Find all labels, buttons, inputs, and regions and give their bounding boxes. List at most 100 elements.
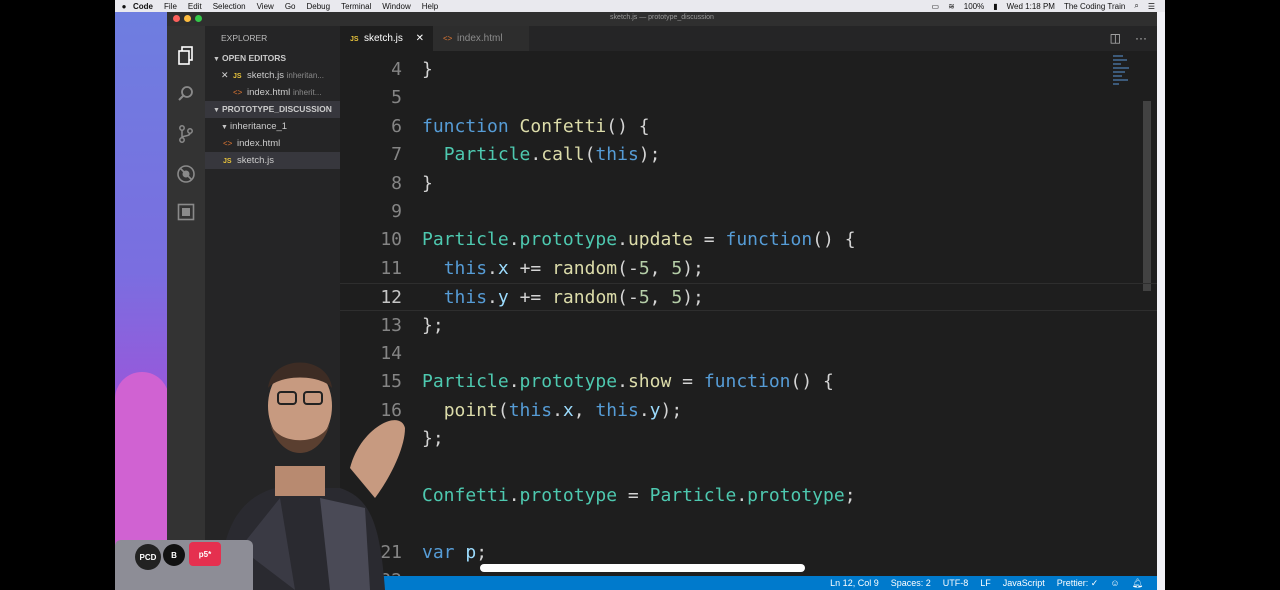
code-token: point <box>443 399 498 421</box>
feedback-smiley-icon[interactable]: ☺ <box>1110 576 1119 590</box>
menu-selection[interactable]: Selection <box>213 2 246 11</box>
battery-icon[interactable]: ▮ <box>993 2 997 11</box>
code-line[interactable] <box>340 510 1157 538</box>
code-line[interactable]: 7 Particle.call(this); <box>340 141 1157 169</box>
code-token: . <box>638 399 650 421</box>
code-line[interactable]: 13}; <box>340 312 1157 340</box>
display-icon[interactable]: ▭ <box>932 2 940 11</box>
tab-index-html[interactable]: <> index.html <box>433 26 529 51</box>
code-line[interactable]: 11 this.x += random(-5, 5); <box>340 255 1157 283</box>
code-line[interactable]: Confetti.prototype = Particle.prototype; <box>340 482 1157 510</box>
collapse-triangle-icon: ▼ <box>213 107 220 114</box>
code-token: ); <box>682 287 704 309</box>
debug-icon[interactable] <box>176 164 196 184</box>
code-line[interactable]: 15 Particle.prototype.show = function() { <box>340 368 1157 396</box>
code-line[interactable]: 16 point(this.x, this.y); <box>340 397 1157 425</box>
code-text: this.y += random(-5, 5); <box>422 284 704 312</box>
indentation[interactable]: Spaces: 2 <box>891 576 931 590</box>
open-editor-hint: inherit... <box>292 88 322 97</box>
sticker-pcd: PCD <box>135 544 161 570</box>
code-token: random <box>552 287 618 309</box>
notification-center-icon[interactable]: ☰ <box>1148 2 1155 11</box>
js-file-icon: JS <box>233 73 242 80</box>
code-token: += <box>508 287 553 309</box>
more-actions-icon[interactable]: ··· <box>1135 26 1147 51</box>
file-sketch-js[interactable]: JS sketch.js <box>205 152 340 169</box>
html-file-icon: <> <box>233 88 243 97</box>
explorer-title: EXPLORER <box>221 33 268 43</box>
menu-go[interactable]: Go <box>285 2 296 11</box>
code-token: y <box>497 287 509 309</box>
open-editor-sketch[interactable]: ✕ JS sketch.js inheritan... <box>205 67 340 84</box>
menu-terminal[interactable]: Terminal <box>341 2 371 11</box>
code-line[interactable]: }; <box>340 425 1157 453</box>
menu-help[interactable]: Help <box>422 2 438 11</box>
code-token: var <box>422 541 455 563</box>
code-token: ; <box>476 541 488 563</box>
code-token: Particle <box>443 144 531 166</box>
file-index-html[interactable]: <> index.html <box>205 135 340 152</box>
code-line[interactable]: 21 var p; <box>340 539 1157 567</box>
split-editor-icon[interactable]: ◫ <box>1110 26 1121 51</box>
code-token: call <box>541 144 585 166</box>
code-line[interactable]: 5 <box>340 84 1157 112</box>
language-mode[interactable]: JavaScript <box>1003 576 1045 590</box>
code-token: , <box>649 287 672 309</box>
menubar-user[interactable]: The Coding Train <box>1064 2 1125 11</box>
code-text: Particle.call(this); <box>422 141 661 169</box>
code-line[interactable]: 10 Particle.prototype.update = function()… <box>340 226 1157 254</box>
menu-edit[interactable]: Edit <box>188 2 202 11</box>
menu-view[interactable]: View <box>257 2 274 11</box>
code-line[interactable]: 6 function Confetti() { <box>340 113 1157 141</box>
open-editor-index[interactable]: <> index.html inherit... <box>205 84 340 101</box>
menu-app-name[interactable]: Code <box>133 2 153 11</box>
line-number: 9 <box>391 201 402 222</box>
menu-file[interactable]: File <box>164 2 177 11</box>
macos-menubar: ● Code File Edit Selection View Go Debug… <box>115 0 1165 12</box>
project-header[interactable]: ▼ PROTOTYPE_DISCUSSION <box>205 101 340 118</box>
menu-window[interactable]: Window <box>382 2 410 11</box>
search-icon[interactable] <box>176 85 196 105</box>
html-file-icon: <> <box>443 34 453 43</box>
folder-inheritance[interactable]: ▼ inheritance_1 <box>205 118 340 135</box>
close-icon[interactable]: ✕ <box>221 67 233 84</box>
apple-icon[interactable]: ● <box>115 2 133 11</box>
line-number: 12 <box>380 287 402 309</box>
line-ending[interactable]: LF <box>980 576 991 590</box>
open-editors-header[interactable]: ▼ OPEN EDITORS <box>205 50 340 67</box>
extensions-icon[interactable] <box>176 203 196 223</box>
code-token: show <box>627 371 672 393</box>
code-line[interactable]: 4} <box>340 56 1157 84</box>
close-tab-icon[interactable]: ✕ <box>416 26 424 51</box>
code-token: this <box>595 399 639 421</box>
collapse-triangle-icon: ▼ <box>213 56 220 63</box>
editor-tabs: JS sketch.js ✕ <> index.html ◫ ··· <box>340 26 1157 51</box>
line-number: 11 <box>380 257 402 279</box>
explorer-icon[interactable] <box>176 46 196 66</box>
tab-label: sketch.js <box>364 33 403 44</box>
encoding[interactable]: UTF-8 <box>943 576 969 590</box>
code-line[interactable]: 8} <box>340 170 1157 198</box>
menu-debug[interactable]: Debug <box>306 2 330 11</box>
open-editor-name: sketch.js <box>247 70 284 81</box>
code-line[interactable]: 14 <box>340 340 1157 368</box>
code-line[interactable]: 12 this.y += random(-5, 5); <box>340 283 1157 312</box>
notifications-bell-icon[interactable]: 🔔︎ <box>1132 576 1143 590</box>
code-token: } <box>422 59 433 80</box>
tab-sketch-js[interactable]: JS sketch.js ✕ <box>340 26 433 51</box>
open-editors-label: OPEN EDITORS <box>222 53 287 63</box>
spotlight-icon[interactable]: ⌕ <box>1134 1 1138 11</box>
code-line[interactable]: 9 <box>340 198 1157 226</box>
code-token: () { <box>606 115 650 137</box>
code-editor[interactable]: 4} 5 6 function Confetti() {7 Particle.call… <box>340 51 1157 578</box>
prettier-status[interactable]: Prettier: ✓ <box>1057 576 1099 590</box>
wifi-icon[interactable]: ≋ <box>948 2 955 11</box>
battery-percent: 100% <box>963 1 985 11</box>
cursor-position[interactable]: Ln 12, Col 9 <box>830 576 879 590</box>
laptop-lid: PCD B p5* <box>115 540 253 590</box>
open-editor-hint: inheritan... <box>286 71 324 80</box>
code-line[interactable] <box>340 454 1157 482</box>
source-control-icon[interactable] <box>176 124 196 144</box>
menubar-clock[interactable]: Wed 1:18 PM <box>1007 2 1055 11</box>
